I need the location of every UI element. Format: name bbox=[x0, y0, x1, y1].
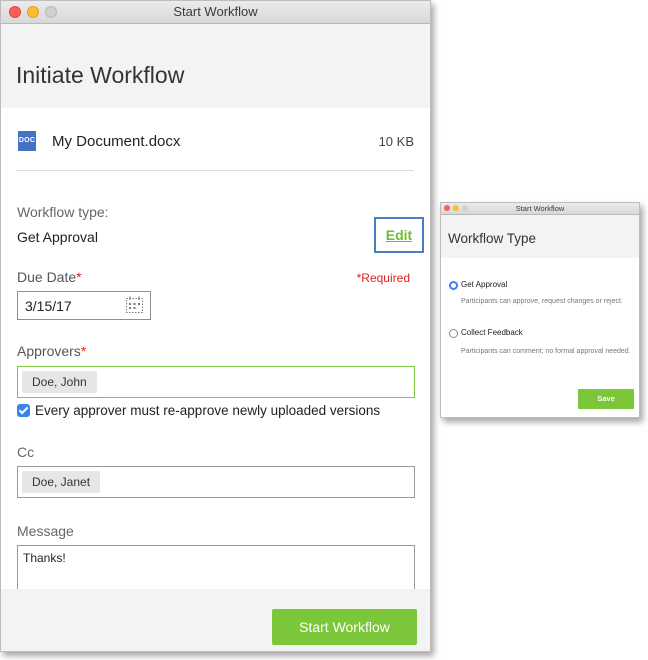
approvers-label: Approvers* bbox=[17, 343, 86, 359]
file-row: DOC My Document.docx 10 KB bbox=[16, 129, 414, 155]
cc-chip[interactable]: Doe, Janet bbox=[22, 471, 101, 493]
workflow-type-window: Start Workflow Workflow Type Get Approva… bbox=[440, 202, 640, 418]
close-window-button[interactable] bbox=[9, 6, 21, 18]
minimize-window-button[interactable] bbox=[453, 205, 459, 211]
file-size: 10 KB bbox=[378, 134, 414, 149]
page-title: Initiate Workflow bbox=[16, 62, 185, 88]
workflow-type-value: Get Approval bbox=[17, 229, 98, 245]
approvers-input[interactable]: Doe, John bbox=[17, 366, 415, 398]
window-titlebar[interactable]: Start Workflow bbox=[1, 1, 430, 24]
minimize-window-button[interactable] bbox=[27, 6, 39, 18]
doc-file-icon: DOC bbox=[18, 131, 36, 151]
dialog-title: Workflow Type bbox=[448, 231, 537, 246]
collect-feedback-description: Participants can comment; no formal appr… bbox=[461, 348, 631, 355]
cc-input[interactable]: Doe, Janet bbox=[17, 466, 415, 498]
approver-chip[interactable]: Doe, John bbox=[22, 371, 97, 393]
window-titlebar[interactable]: Start Workflow bbox=[441, 203, 639, 215]
cc-label: Cc bbox=[17, 444, 35, 460]
due-date-input[interactable]: 3/15/17 bbox=[17, 291, 151, 320]
get-approval-radio[interactable] bbox=[449, 281, 458, 290]
reapprove-checkbox[interactable] bbox=[17, 404, 30, 417]
maximize-window-button[interactable] bbox=[462, 205, 468, 211]
dialog-header: Workflow Type bbox=[441, 215, 639, 258]
due-date-value: 3/15/17 bbox=[25, 298, 72, 314]
save-button[interactable]: Save bbox=[578, 389, 634, 409]
close-window-button[interactable] bbox=[444, 205, 450, 211]
required-note: *Required bbox=[356, 271, 410, 285]
collect-feedback-label[interactable]: Collect Feedback bbox=[461, 328, 523, 337]
edit-highlight: Edit bbox=[374, 217, 424, 253]
maximize-window-button[interactable] bbox=[45, 6, 57, 18]
message-text: Thanks! bbox=[23, 551, 66, 565]
file-name: My Document.docx bbox=[52, 133, 181, 150]
edit-workflow-type-link[interactable]: Edit bbox=[386, 227, 412, 243]
reapprove-label[interactable]: Every approver must re-approve newly upl… bbox=[35, 403, 380, 418]
window-title: Start Workflow bbox=[515, 204, 565, 213]
get-approval-description: Participants can approve, request change… bbox=[461, 298, 623, 305]
required-asterisk: * bbox=[80, 343, 87, 359]
window-title: Start Workflow bbox=[173, 4, 258, 19]
collect-feedback-radio[interactable] bbox=[449, 329, 458, 338]
due-date-label: Due Date* bbox=[17, 269, 82, 285]
message-label: Message bbox=[17, 523, 74, 539]
divider bbox=[16, 170, 414, 171]
calendar-icon[interactable] bbox=[125, 296, 144, 314]
workflow-type-label: Workflow type: bbox=[17, 204, 109, 220]
required-asterisk: * bbox=[76, 269, 82, 285]
start-workflow-window: Start Workflow Initiate Workflow DOC My … bbox=[0, 0, 431, 652]
approvers-label-text: Approvers bbox=[17, 343, 81, 359]
page-header: Initiate Workflow bbox=[1, 24, 430, 108]
reapprove-row: Every approver must re-approve newly upl… bbox=[17, 403, 380, 418]
start-workflow-button[interactable]: Start Workflow bbox=[272, 609, 417, 645]
get-approval-label[interactable]: Get Approval bbox=[461, 280, 507, 289]
due-date-label-text: Due Date bbox=[17, 269, 77, 285]
